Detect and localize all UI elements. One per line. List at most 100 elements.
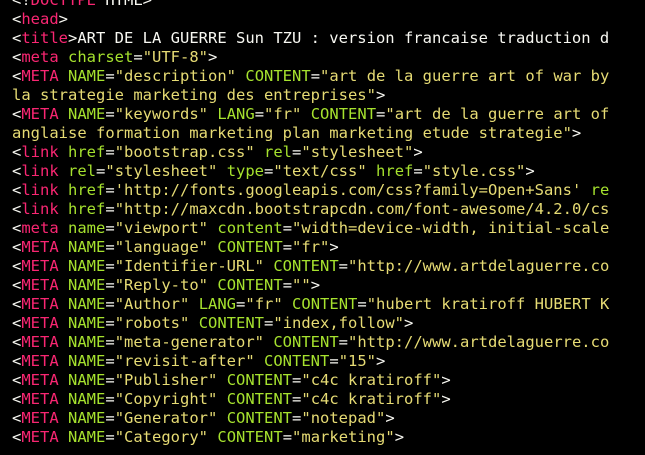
code-text: = — [105, 181, 115, 199]
code-line: <META NAME="Identifier-URL" CONTENT="htt… — [12, 257, 609, 276]
attribute-name: content — [217, 219, 283, 237]
string-value: "marketing" — [292, 428, 395, 446]
attribute-name: CONTENT — [273, 333, 339, 351]
attribute-name: href — [68, 200, 106, 218]
code-line: <head> — [12, 10, 609, 29]
code-line: <META NAME="Category" CONTENT="marketing… — [12, 428, 609, 447]
code-text: < — [12, 67, 22, 85]
code-text: < — [12, 371, 22, 389]
code-line: <meta charset="UTF-8"> — [12, 48, 609, 67]
code-text: = — [105, 333, 115, 351]
code-line: la strategie marketing des entreprises"> — [12, 86, 609, 105]
code-text: = — [96, 162, 106, 180]
code-text: > — [58, 10, 69, 28]
code-text: < — [12, 105, 22, 123]
code-line: <META NAME="robots" CONTENT="index,follo… — [12, 314, 609, 333]
code-text: < — [12, 219, 22, 237]
code-text: > — [376, 352, 386, 370]
string-value: "Generator" — [114, 409, 218, 427]
code-text-area[interactable]: <!DOCTYPE HTML> <head> <title>ART DE LA GU… — [12, 0, 609, 447]
code-line: <link href="http://maxcdn.bootstrapcdn.c… — [12, 200, 609, 219]
code-text: = — [105, 67, 115, 85]
code-text: > — [413, 143, 423, 161]
attribute-name: CONTENT — [273, 257, 339, 275]
code-text: = — [105, 295, 115, 313]
attribute-name: CONTENT — [226, 409, 293, 427]
attribute-name: re — [590, 181, 610, 199]
code-text: = — [264, 162, 274, 180]
tag-name: META — [21, 105, 59, 123]
tag-name: link — [21, 162, 59, 180]
code-text: < — [12, 428, 22, 446]
code-text: = — [105, 390, 115, 408]
attribute-name: NAME — [68, 428, 106, 446]
code-text: = — [282, 428, 293, 446]
code-editor[interactable]: <!DOCTYPE HTML> <head> <title>ART DE LA GU… — [0, 0, 645, 455]
attribute-name: NAME — [68, 409, 106, 427]
string-value: anglaise formation marketing plan market… — [12, 124, 572, 142]
attribute-name: NAME — [68, 352, 106, 370]
string-value: "" — [292, 276, 311, 294]
code-text: < — [12, 295, 22, 313]
string-value: "http://www.artdelaguerre.co — [348, 333, 610, 351]
code-text: = — [282, 238, 293, 256]
string-value: "http://www.artdelaguerre.co — [348, 257, 610, 275]
attribute-name: NAME — [68, 257, 106, 275]
code-text: < — [12, 162, 22, 180]
string-value: "index,follow" — [273, 314, 405, 332]
code-text: = — [310, 67, 321, 85]
string-value: "text/css" — [273, 162, 367, 180]
tag-name: DOCTYPE — [30, 0, 96, 9]
string-value: "revisit-after" — [114, 352, 255, 370]
tag-name: link — [21, 200, 59, 218]
code-text: = — [264, 314, 274, 332]
attribute-name: CONTENT — [217, 428, 283, 446]
code-text: = — [254, 105, 265, 123]
code-text: <! — [12, 0, 31, 9]
code-text: < — [12, 238, 22, 256]
string-value: "style.css" — [422, 162, 526, 180]
tag-name: META — [21, 409, 59, 427]
attribute-name: NAME — [68, 238, 106, 256]
code-text: = — [292, 390, 302, 408]
attribute-name: name — [68, 219, 106, 237]
string-value: "stylesheet" — [301, 143, 414, 161]
tag-name: META — [21, 67, 59, 85]
attribute-name: rel — [68, 162, 97, 180]
code-text: = — [292, 371, 302, 389]
code-line: <META NAME="description" CONTENT="art de… — [12, 67, 609, 86]
code-line: <META NAME="revisit-after" CONTENT="15"> — [12, 352, 609, 371]
tag-name: META — [21, 333, 59, 351]
code-text: = — [105, 276, 115, 294]
string-value: "bootstrap.css" — [114, 143, 255, 161]
tag-name: META — [21, 371, 59, 389]
code-line: <link rel="stylesheet" type="text/css" h… — [12, 162, 609, 181]
code-text: = — [133, 48, 143, 66]
attribute-name: CONTENT — [310, 105, 377, 123]
tag-name: META — [21, 238, 59, 256]
attribute-name: NAME — [68, 333, 106, 351]
code-text: = — [329, 352, 339, 370]
code-text: < — [12, 257, 22, 275]
string-value: "width=device-width, initial-scale — [292, 219, 610, 237]
code-text: > — [571, 124, 582, 142]
tag-name: head — [21, 10, 59, 28]
attribute-name: NAME — [68, 390, 106, 408]
code-text: = — [105, 409, 115, 427]
